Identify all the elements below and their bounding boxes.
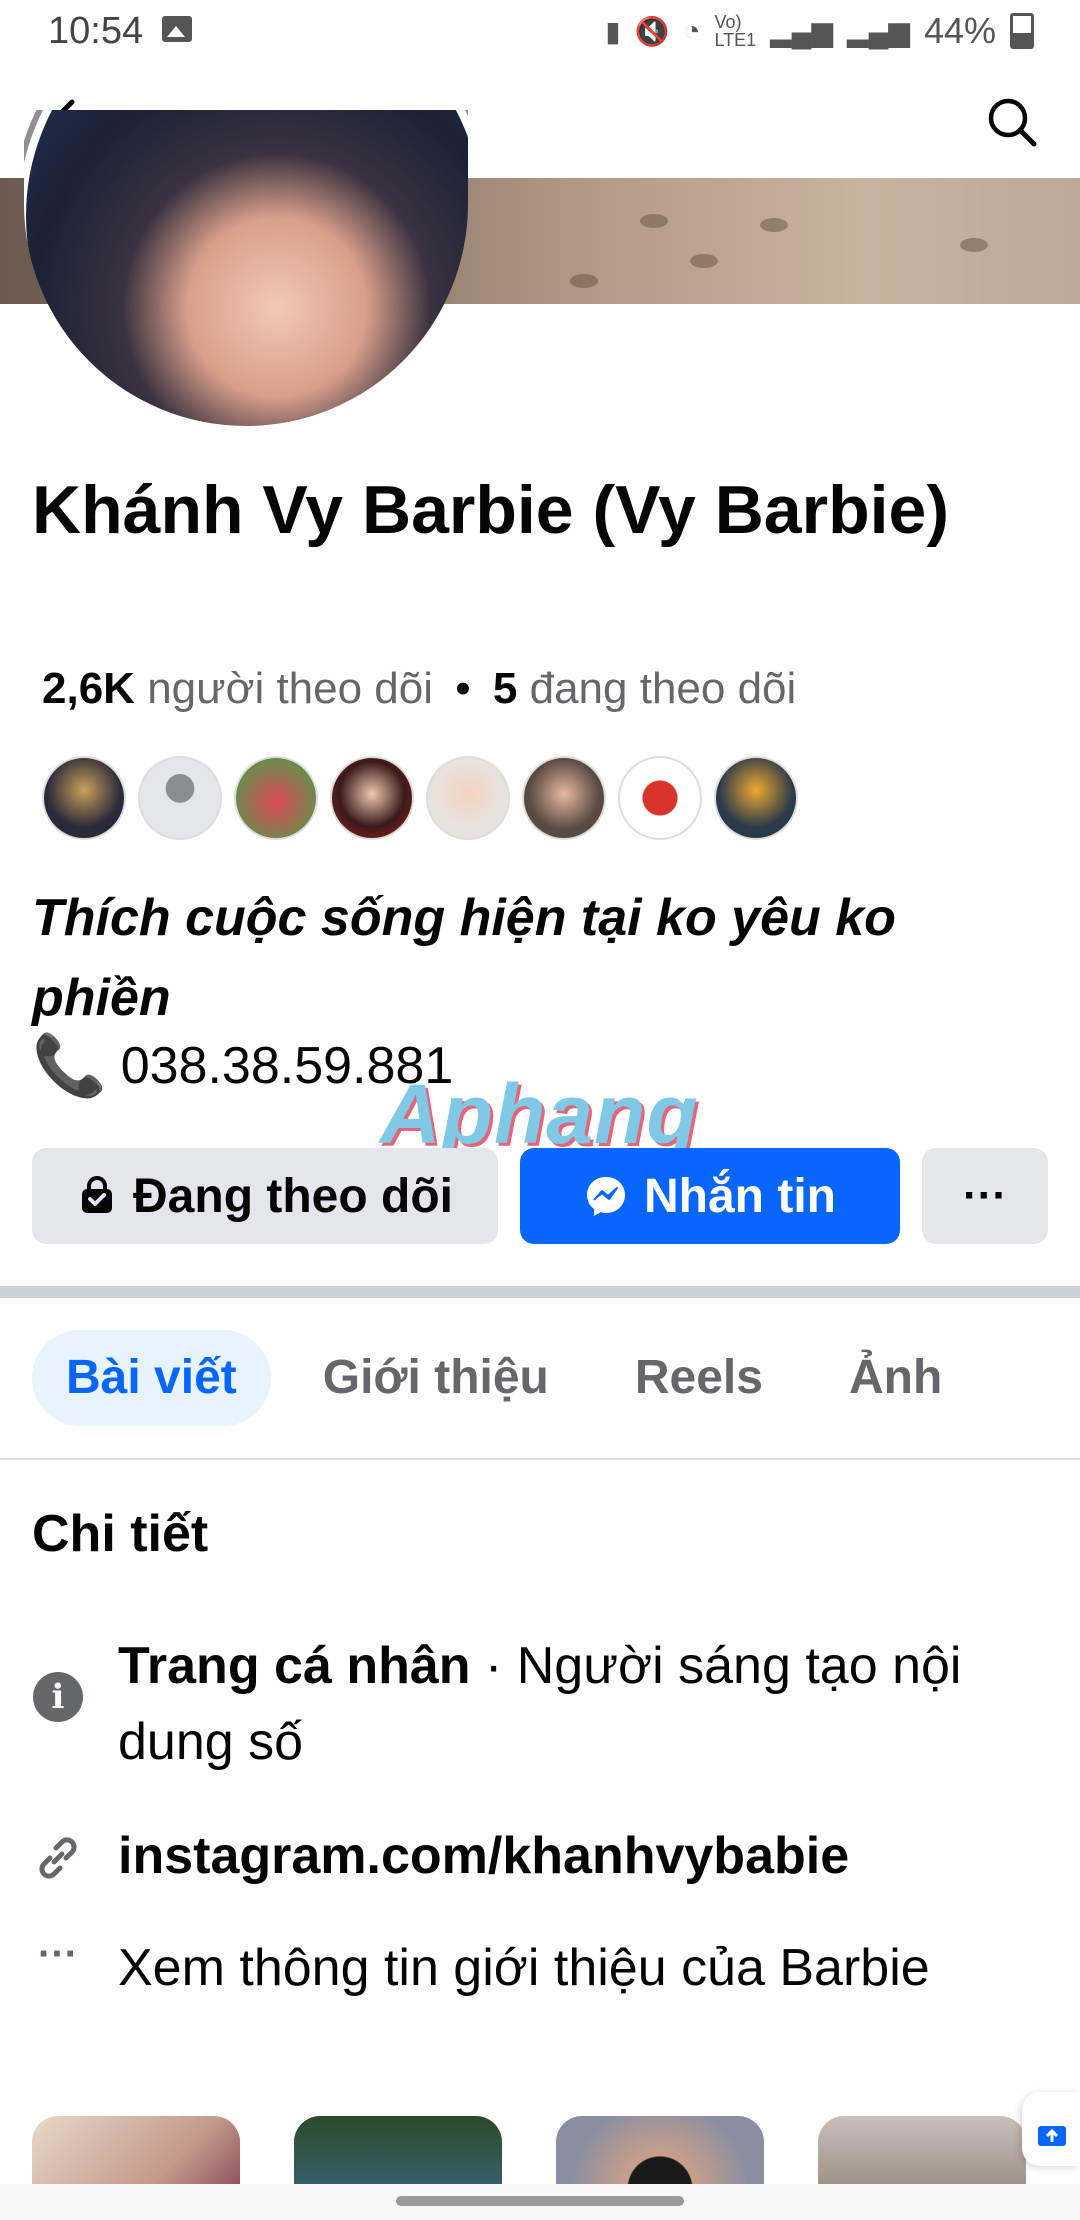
link-icon bbox=[39, 1837, 77, 1879]
friend-avatar[interactable] bbox=[522, 756, 606, 840]
following-label[interactable]: đang theo dõi bbox=[530, 664, 797, 713]
status-icons: ▮ 🔇 ◔ Vo) LTE1 ▂▄▆ ▂▄▆ 44% bbox=[605, 10, 1034, 52]
phone-icon: 📞 bbox=[32, 1032, 107, 1099]
detail-page-type: i Trang cá nhân · Người sáng tạo nội dun… bbox=[32, 1628, 1052, 1780]
mutual-friends-row[interactable] bbox=[42, 756, 798, 840]
follow-stats: 2,6K người theo dõi • 5 đang theo dõi bbox=[42, 664, 796, 714]
tabs-divider bbox=[0, 1458, 1080, 1460]
followers-count[interactable]: 2,6K bbox=[42, 664, 135, 713]
vpn-icon: ▮ bbox=[605, 15, 621, 47]
wifi-icon: ◔ bbox=[683, 15, 701, 46]
tab-posts[interactable]: Bài viết bbox=[32, 1330, 271, 1426]
instagram-link[interactable]: instagram.com/khanhvybabie bbox=[118, 1827, 849, 1885]
friend-avatar[interactable] bbox=[330, 756, 414, 840]
stats-separator: • bbox=[455, 664, 471, 713]
profile-name: Khánh Vy Barbie (Vy Barbie) bbox=[32, 472, 949, 548]
followers-label[interactable]: người theo dõi bbox=[147, 664, 433, 713]
system-nav-bar bbox=[0, 2184, 1080, 2220]
upload-icon bbox=[1038, 2126, 1066, 2146]
profile-bio: Thích cuộc sống hiện tại ko yêu ko phiền bbox=[32, 889, 896, 1027]
friend-avatar[interactable] bbox=[426, 756, 510, 840]
details-title: Chi tiết bbox=[32, 1505, 209, 1563]
more-options-button[interactable]: ··· bbox=[922, 1148, 1048, 1244]
upload-fab[interactable] bbox=[1022, 2092, 1080, 2166]
signal-2-icon: ▂▄▆ bbox=[847, 15, 910, 47]
search-icon[interactable] bbox=[984, 94, 1040, 150]
cover-detail bbox=[690, 254, 718, 268]
status-time: 10:54 bbox=[48, 10, 144, 52]
battery-percent: 44% bbox=[923, 10, 996, 51]
profile-photo-image bbox=[24, 110, 468, 426]
cover-detail bbox=[760, 218, 788, 232]
detail-link[interactable]: instagram.com/khanhvybabie bbox=[32, 1818, 1052, 1894]
cover-detail bbox=[640, 214, 668, 228]
signal-icon: ▂▄▆ bbox=[770, 15, 834, 47]
more-dots-icon: ··· bbox=[963, 1171, 1007, 1220]
status-bar: 10:54 ▮ 🔇 ◔ Vo) LTE1 ▂▄▆ ▂▄▆ 44% bbox=[0, 0, 1080, 66]
section-divider bbox=[0, 1286, 1080, 1298]
friend-avatar[interactable] bbox=[714, 756, 798, 840]
profile-tabs: Bài viết Giới thiệu Reels Ảnh bbox=[32, 1330, 994, 1426]
lock-bag-icon bbox=[77, 1176, 117, 1216]
friend-avatar[interactable] bbox=[42, 756, 126, 840]
friend-avatar[interactable] bbox=[618, 756, 702, 840]
battery-icon bbox=[1010, 13, 1034, 49]
more-dots-icon: ··· bbox=[38, 1932, 78, 1976]
message-button[interactable]: Nhắn tin bbox=[520, 1148, 900, 1244]
see-about-text[interactable]: Xem thông tin giới thiệu của Barbie bbox=[118, 1930, 930, 2006]
info-icon: i bbox=[33, 1672, 83, 1722]
home-handle[interactable] bbox=[396, 2196, 684, 2206]
following-button[interactable]: Đang theo dõi bbox=[32, 1148, 498, 1244]
tab-about[interactable]: Giới thiệu bbox=[289, 1330, 583, 1426]
cover-detail bbox=[570, 274, 598, 288]
gallery-notification-icon bbox=[162, 16, 192, 42]
volte-icon: Vo) LTE1 bbox=[714, 12, 757, 50]
detail-see-about[interactable]: ··· Xem thông tin giới thiệu của Barbie bbox=[32, 1930, 1052, 2006]
messenger-icon bbox=[584, 1174, 628, 1218]
cover-detail bbox=[960, 238, 988, 252]
page-type-bold: Trang cá nhân bbox=[118, 1637, 471, 1695]
message-button-label: Nhắn tin bbox=[644, 1169, 836, 1223]
mute-icon: 🔇 bbox=[634, 15, 670, 47]
following-button-label: Đang theo dõi bbox=[133, 1169, 453, 1223]
friend-avatar[interactable] bbox=[234, 756, 318, 840]
tab-reels[interactable]: Reels bbox=[601, 1330, 797, 1426]
tab-photos[interactable]: Ảnh bbox=[815, 1330, 976, 1426]
profile-picture[interactable] bbox=[24, 110, 468, 426]
friend-avatar-placeholder[interactable] bbox=[138, 756, 222, 840]
following-count[interactable]: 5 bbox=[493, 664, 517, 713]
